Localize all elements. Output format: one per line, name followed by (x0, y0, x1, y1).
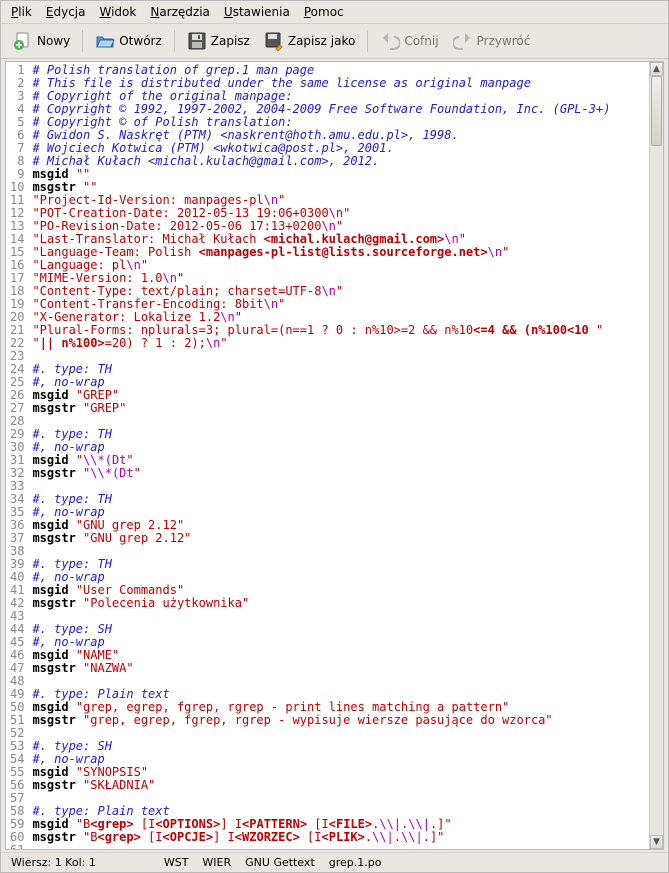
menubar: Plik Edycja Widok Narzędzia Ustawienia P… (1, 1, 668, 24)
open-label: Otwórz (119, 34, 162, 48)
redo-label: Przywróć (477, 34, 531, 48)
editor: 1234567891011121314151617181920212223242… (5, 61, 664, 850)
save-floppy-icon (187, 31, 207, 51)
undo-icon (380, 31, 400, 51)
undo-button[interactable]: Cofnij (374, 28, 444, 54)
scroll-track[interactable] (650, 76, 663, 835)
redo-icon (453, 31, 473, 51)
status-insert-mode: WST (164, 856, 189, 869)
scrollbar-vertical[interactable]: ▲ ▼ (649, 62, 663, 849)
menu-tools[interactable]: Narzędzia (150, 5, 210, 19)
code-area[interactable]: # Polish translation of grep.1 man page#… (30, 62, 649, 849)
menu-help[interactable]: Pomoc (304, 5, 344, 19)
redo-button[interactable]: Przywróć (447, 28, 537, 54)
status-position: Wiersz: 1 Kol: 1 (11, 856, 96, 869)
undo-label: Cofnij (404, 34, 438, 48)
scroll-thumb[interactable] (651, 76, 662, 146)
save-label: Zapisz (211, 34, 250, 48)
save-button[interactable]: Zapisz (181, 28, 256, 54)
menu-file[interactable]: Plik (11, 5, 32, 19)
open-button[interactable]: Otwórz (89, 28, 168, 54)
saveas-label: Zapisz jako (288, 34, 355, 48)
new-file-icon (13, 31, 33, 51)
status-wrap-mode: WIER (202, 856, 231, 869)
separator (174, 30, 175, 52)
separator (82, 30, 83, 52)
scroll-up-button[interactable]: ▲ (650, 62, 663, 76)
toolbar: Nowy Otwórz Zapisz Zapisz jako Cofnij Pr… (1, 24, 668, 59)
saveas-icon (264, 31, 284, 51)
separator (367, 30, 368, 52)
menu-edit[interactable]: Edycja (46, 5, 86, 19)
new-label: Nowy (37, 34, 70, 48)
statusbar: Wiersz: 1 Kol: 1 WST WIER GNU Gettext gr… (1, 852, 668, 872)
scroll-down-button[interactable]: ▼ (650, 835, 663, 849)
new-button[interactable]: Nowy (7, 28, 76, 54)
saveas-button[interactable]: Zapisz jako (258, 28, 361, 54)
line-number-gutter: 1234567891011121314151617181920212223242… (6, 62, 30, 849)
status-highlight-mode: GNU Gettext (245, 856, 315, 869)
status-filename: grep.1.po (329, 856, 382, 869)
menu-view[interactable]: Widok (99, 5, 136, 19)
menu-settings[interactable]: Ustawienia (224, 5, 290, 19)
open-folder-icon (95, 31, 115, 51)
